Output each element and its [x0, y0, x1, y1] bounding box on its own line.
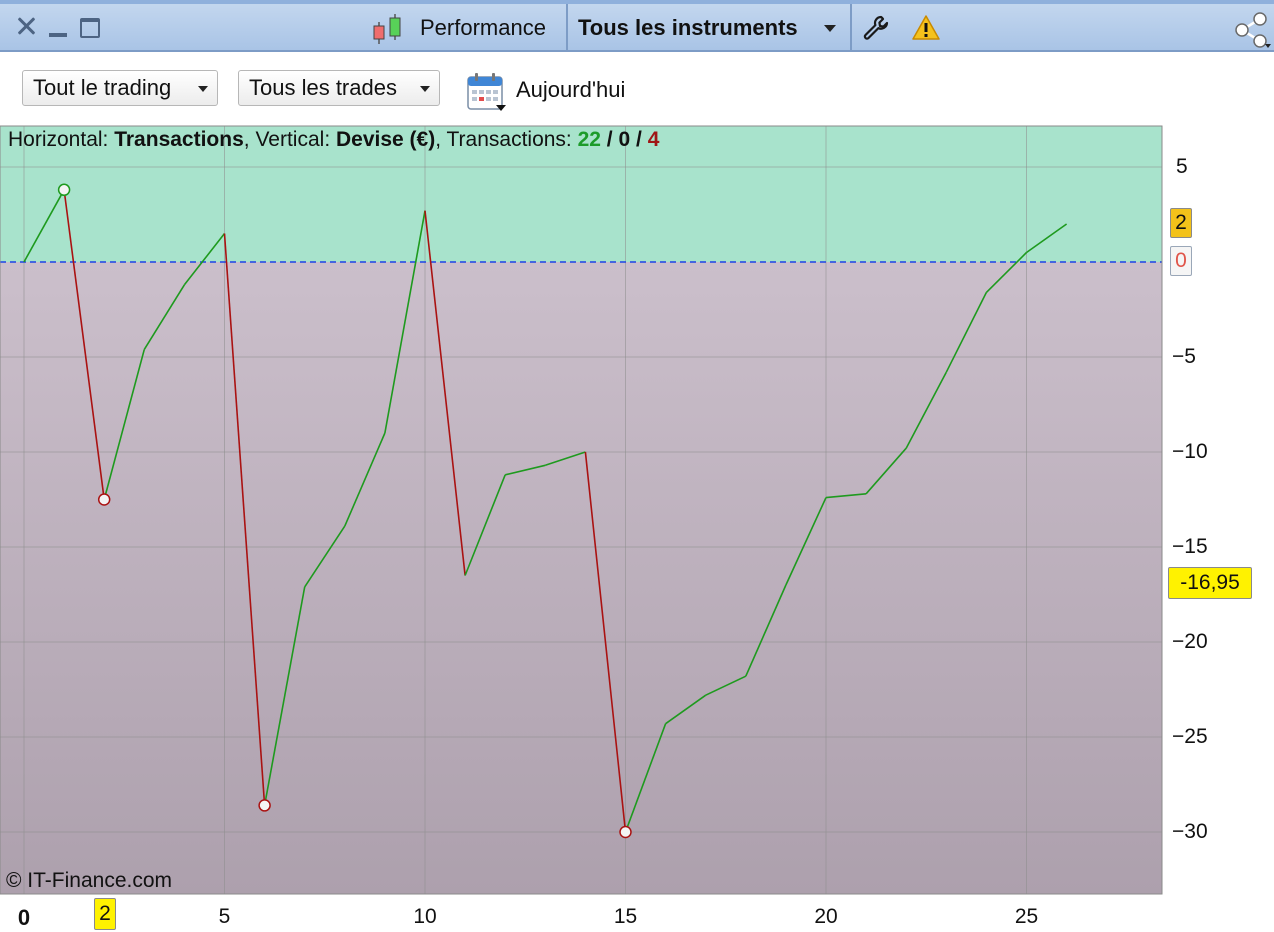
y-tick-label: −25	[1172, 725, 1208, 748]
info-horizontal-value: Transactions	[114, 128, 244, 151]
y-tick-label: −15	[1172, 535, 1208, 558]
y-tick-label: −10	[1172, 440, 1208, 463]
last-value-badge: 2	[1170, 208, 1192, 238]
x-tick-label: 10	[413, 905, 437, 928]
info-vertical-label: , Vertical:	[243, 128, 336, 151]
winning-count: 22	[577, 128, 601, 151]
trade-marker	[57, 183, 71, 197]
y-tick-label: 5	[1176, 155, 1188, 178]
y-tick-label: −20	[1172, 630, 1208, 653]
trade-marker	[97, 493, 111, 506]
info-vertical-value: Devise (€)	[335, 128, 436, 151]
y-tick-label: −30	[1172, 820, 1208, 843]
x-tick-label: 0	[17, 905, 31, 930]
info-transactions-label: , Transactions:	[435, 128, 578, 151]
chart-info-bar: Horizontal: Transactions, Vertical: Devi…	[8, 128, 659, 152]
x-tick-label: 5	[218, 905, 231, 928]
y-tick-label: −5	[1172, 345, 1196, 368]
losing-count: 4	[647, 128, 660, 151]
count-separator: /	[600, 128, 619, 151]
trade-marker	[258, 799, 271, 812]
zero-value-badge: 0	[1170, 246, 1192, 276]
x-tick-label: 25	[1014, 905, 1039, 928]
trade-marker	[619, 825, 632, 839]
info-horizontal-label: Horizontal:	[8, 128, 115, 151]
x-tick-label: 15	[613, 905, 638, 928]
min-value-badge: -16,95	[1168, 567, 1252, 599]
count-separator: /	[630, 128, 648, 151]
x-marker-badge: 2	[94, 898, 116, 930]
copyright-watermark: © IT-Finance.com	[6, 869, 173, 892]
neutral-count: 0	[618, 128, 631, 151]
x-tick-label: 20	[814, 905, 838, 928]
